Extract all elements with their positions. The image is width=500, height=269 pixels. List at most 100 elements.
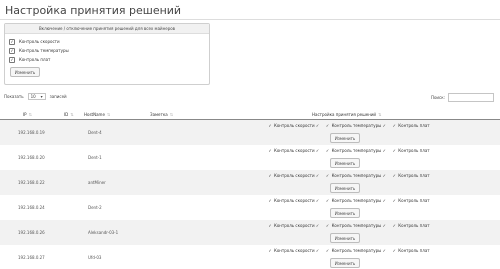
row-speed-toggle[interactable]: ✓ Контроль скорости ✓	[268, 148, 320, 153]
panel-option-label: Контроль скорости	[19, 39, 60, 44]
column-note[interactable]: Заметка ⇅	[150, 112, 173, 117]
sort-icon: ⇅	[28, 112, 32, 117]
row-temperature-toggle[interactable]: ✓ Контроль температуры ✓	[326, 198, 387, 203]
control-label: Контроль плат	[398, 248, 430, 253]
panel-option-label: Контроль плат	[19, 57, 51, 62]
check-icon: ✓	[392, 198, 396, 203]
check-icon: ✓	[392, 123, 396, 128]
control-label: Контроль скорости	[274, 148, 315, 153]
control-label: Контроль плат	[398, 198, 430, 203]
chevron-down-icon: ▾	[40, 94, 43, 99]
row-hostname: Dent-2	[88, 205, 102, 210]
column-id[interactable]: ID ⇅	[64, 112, 74, 117]
check-icon: ✓	[392, 223, 396, 228]
row-controls: ✓ Контроль скорости ✓ ✓ Контроль температуры…	[268, 148, 436, 153]
control-label: Контроль температуры	[331, 223, 382, 228]
row-controls: ✓ Контроль скорости ✓ ✓ Контроль температуры…	[268, 248, 436, 253]
global-decision-panel: Включение / отключение принятия решений …	[4, 23, 210, 85]
row-temperature-toggle[interactable]: ✓ Контроль температуры ✓	[326, 223, 387, 228]
row-hostname: Dent-1	[88, 155, 102, 160]
page-size-control: Показать 10 ▾ записей	[4, 93, 67, 100]
check-icon: ✓	[268, 223, 272, 228]
column-settings[interactable]: Настройка принятия решений ⇅	[312, 112, 381, 117]
row-hostname: antMiner	[88, 180, 106, 185]
control-label: Контроль температуры	[331, 248, 382, 253]
page-title: Настройка принятия решений	[5, 4, 182, 17]
row-boards-toggle[interactable]: ✓ Контроль плат	[392, 223, 430, 228]
row-controls: ✓ Контроль скорости ✓ ✓ Контроль температуры…	[268, 123, 436, 128]
check-icon: ✓	[315, 173, 320, 178]
column-id-label: ID	[64, 112, 69, 117]
table-row: 192.168.0.19 Dent-4 ✓ Контроль скорости ✓ ✓ Ко…	[0, 120, 500, 146]
row-apply-button[interactable]: Изменить	[330, 208, 360, 218]
control-label: Контроль скорости	[274, 198, 315, 203]
row-boards-toggle[interactable]: ✓ Контроль плат	[392, 123, 430, 128]
search-control: Поиск:	[431, 93, 494, 102]
sort-icon: ⇅	[378, 112, 382, 117]
title-divider	[0, 19, 500, 20]
checkbox-temperature[interactable]: ✓	[9, 47, 15, 54]
check-icon: ✓	[268, 198, 272, 203]
check-icon: ✓	[382, 223, 386, 228]
check-icon: ✓	[382, 123, 386, 128]
control-label: Контроль скорости	[274, 173, 315, 178]
check-icon: ✓	[392, 248, 396, 253]
row-controls: ✓ Контроль скорости ✓ ✓ Контроль температуры…	[268, 223, 436, 228]
search-label: Поиск:	[430, 95, 445, 100]
row-speed-toggle[interactable]: ✓ Контроль скорости ✓	[268, 173, 320, 178]
row-boards-toggle[interactable]: ✓ Контроль плат	[392, 173, 430, 178]
control-label: Контроль температуры	[331, 198, 382, 203]
row-apply-button[interactable]: Изменить	[330, 258, 360, 268]
row-boards-toggle[interactable]: ✓ Контроль плат	[392, 248, 430, 253]
checkbox-speed[interactable]: ✓	[9, 38, 15, 45]
check-icon: ✓	[315, 248, 320, 253]
control-label: Контроль плат	[398, 123, 430, 128]
row-boards-toggle[interactable]: ✓ Контроль плат	[392, 148, 430, 153]
page-size-select[interactable]: 10 ▾	[27, 93, 46, 100]
sort-icon: ⇅	[106, 112, 111, 117]
check-icon: ✓	[268, 123, 272, 128]
column-hostname[interactable]: HostName ⇅	[84, 112, 110, 117]
row-apply-button[interactable]: Изменить	[330, 233, 360, 243]
table-row: 192.168.0.20 Dent-1 ✓ Контроль скорости ✓ ✓ Ко…	[0, 145, 500, 171]
row-temperature-toggle[interactable]: ✓ Контроль температуры ✓	[326, 173, 387, 178]
apply-global-button[interactable]: Изменить	[10, 67, 40, 77]
control-label: Контроль температуры	[331, 173, 382, 178]
check-icon: ✓	[268, 173, 272, 178]
checkbox-boards[interactable]: ✓	[9, 56, 15, 63]
row-speed-toggle[interactable]: ✓ Контроль скорости ✓	[268, 223, 320, 228]
check-icon: ✓	[325, 123, 330, 128]
row-ip: 192.168.0.27	[18, 255, 45, 260]
row-ip: 192.168.0.19	[18, 130, 45, 135]
row-boards-toggle[interactable]: ✓ Контроль плат	[392, 198, 430, 203]
column-ip[interactable]: IP ⇅	[23, 112, 32, 117]
panel-option-boards[interactable]: ✓ Контроль плат	[9, 56, 50, 63]
sort-icon: ⇅	[169, 112, 174, 117]
panel-option-speed[interactable]: ✓ Контроль скорости	[9, 38, 60, 45]
row-speed-toggle[interactable]: ✓ Контроль скорости ✓	[268, 198, 320, 203]
control-label: Контроль скорости	[274, 223, 315, 228]
search-input[interactable]	[448, 93, 494, 102]
row-hostname: Aleksandr-03-1	[88, 230, 119, 235]
check-icon: ✓	[392, 148, 396, 153]
row-apply-button[interactable]: Изменить	[330, 158, 360, 168]
row-controls: ✓ Контроль скорости ✓ ✓ Контроль температуры…	[268, 173, 436, 178]
row-speed-toggle[interactable]: ✓ Контроль скорости ✓	[268, 123, 320, 128]
table-row: 192.168.0.24 Dent-2 ✓ Контроль скорости ✓ ✓ Ко…	[0, 195, 500, 221]
row-temperature-toggle[interactable]: ✓ Контроль температуры ✓	[326, 248, 387, 253]
row-apply-button[interactable]: Изменить	[330, 183, 360, 193]
panel-option-temperature[interactable]: ✓ Контроль температуры	[9, 47, 69, 54]
check-icon: ✓	[382, 198, 386, 203]
check-icon: ✓	[315, 223, 320, 228]
check-icon: ✓	[382, 173, 386, 178]
show-label: Показать	[4, 94, 24, 99]
control-label: Контроль плат	[398, 148, 430, 153]
control-label: Контроль температуры	[331, 123, 382, 128]
row-temperature-toggle[interactable]: ✓ Контроль температуры ✓	[326, 123, 387, 128]
row-apply-button[interactable]: Изменить	[330, 133, 360, 143]
table-row: 192.168.0.26 Aleksandr-03-1 ✓ Контроль скор…	[0, 220, 500, 246]
row-temperature-toggle[interactable]: ✓ Контроль температуры ✓	[326, 148, 387, 153]
table-header: IP ⇅ ID ⇅ HostName ⇅ Заметка ⇅ Настройка…	[0, 109, 500, 120]
column-hostname-label: HostName	[84, 112, 105, 117]
row-speed-toggle[interactable]: ✓ Контроль скорости ✓	[268, 248, 320, 253]
